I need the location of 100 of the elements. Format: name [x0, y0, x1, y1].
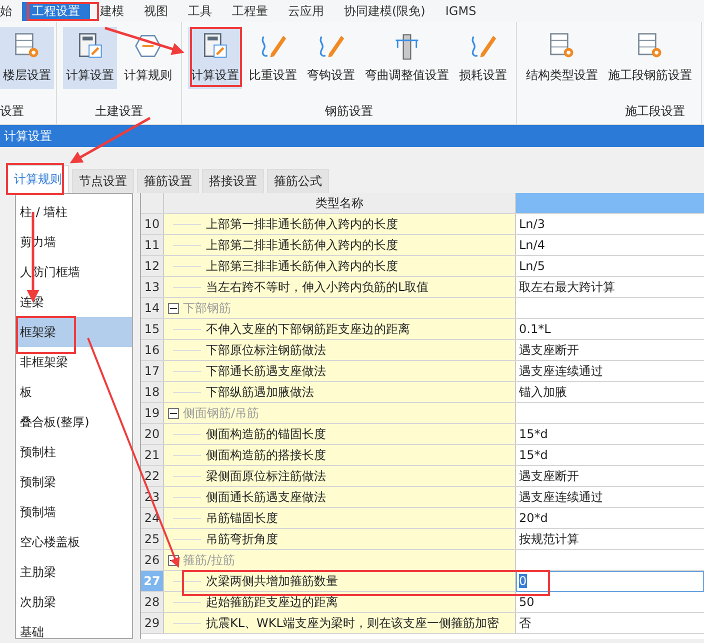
- category-item[interactable]: 主肋梁: [16, 557, 132, 587]
- collapse-toggle[interactable]: [168, 302, 179, 314]
- row-number: 18: [141, 382, 164, 402]
- row-number: 27: [141, 571, 164, 591]
- menu-tab[interactable]: 始: [0, 2, 22, 20]
- row-number: 12: [141, 256, 164, 276]
- setting-value: 遇支座断开: [519, 468, 579, 484]
- setting-value: 20*d: [519, 511, 548, 525]
- category-item[interactable]: 框架梁: [16, 317, 132, 347]
- ribbon-button[interactable]: 结构类型设置: [523, 27, 601, 89]
- setting-name: 上部第一排非通长筋伸入跨内的长度: [206, 216, 398, 232]
- setting-value: 15*d: [519, 427, 548, 441]
- row-number: 13: [141, 277, 164, 297]
- setting-name: 下部纵筋遇加腋做法: [206, 384, 314, 400]
- row-number: 25: [141, 529, 164, 549]
- setting-name: 起始箍筋距支座边的距离: [206, 594, 338, 610]
- ribbon-button[interactable]: 楼层设置: [0, 27, 54, 89]
- category-item[interactable]: 预制梁: [16, 467, 132, 497]
- ribbon-button[interactable]: 损耗设置: [456, 27, 510, 89]
- setting-value: Ln/5: [519, 259, 545, 273]
- tab[interactable]: 节点设置: [72, 169, 134, 193]
- group-name: 箍筋/拉筋: [183, 552, 236, 568]
- setting-value: Ln/4: [519, 238, 545, 252]
- group-name: 侧面钢筋/吊筋: [183, 404, 260, 422]
- row-number: 11: [141, 235, 164, 255]
- row-number: 21: [141, 445, 164, 465]
- menu-tab[interactable]: 云应用: [278, 2, 334, 20]
- setting-value: 0.1*L: [519, 322, 551, 336]
- category-item[interactable]: 非框架梁: [16, 347, 132, 377]
- setting-name: 侧面构造筋的搭接长度: [206, 446, 326, 464]
- setting-name: 次梁两侧共增加箍筋数量: [206, 572, 338, 590]
- ribbon-button[interactable]: 弯钩设置: [304, 27, 358, 89]
- setting-value: 取左右最大跨计算: [519, 278, 615, 296]
- value-input[interactable]: 0: [516, 570, 704, 592]
- row-number: 19: [141, 403, 164, 423]
- row-number: 22: [141, 466, 164, 486]
- menu-tab[interactable]: 工具: [178, 2, 222, 20]
- setting-value: Ln/3: [519, 217, 545, 231]
- setting-name: 当左右跨不等时，伸入小跨内负筋的L取值: [206, 278, 429, 296]
- setting-name: 吊筋锚固长度: [206, 510, 278, 526]
- setting-name: 吊筋弯折角度: [206, 530, 278, 548]
- ribbon-group-title: 设置: [0, 103, 25, 120]
- ribbon-button[interactable]: 计算设置: [63, 27, 117, 89]
- tab[interactable]: 箍筋公式: [267, 169, 329, 193]
- category-item[interactable]: 预制墙: [16, 497, 132, 527]
- setting-name: 不伸入支座的下部钢筋距支座边的距离: [206, 320, 410, 338]
- row-number: 10: [141, 214, 164, 234]
- setting-value: 锚入加腋: [519, 384, 567, 400]
- row-number: 15: [141, 319, 164, 339]
- category-item[interactable]: 基础: [16, 617, 132, 638]
- setting-name: 侧面通长筋遇支座做法: [206, 488, 326, 506]
- ribbon-group-title: 土建设置: [94, 103, 144, 120]
- row-number: 28: [141, 592, 164, 612]
- setting-value: 15*d: [519, 448, 548, 462]
- menu-tab[interactable]: 协同建模(限免): [334, 2, 436, 20]
- setting-value: 遇支座连续通过: [519, 362, 603, 380]
- ribbon-button[interactable]: 计算规则: [121, 27, 175, 89]
- category-item[interactable]: 预制柱: [16, 437, 132, 467]
- menu-tab[interactable]: IGMS: [435, 3, 486, 19]
- dialog-title: 计算设置: [4, 128, 52, 144]
- setting-value: 遇支座断开: [519, 342, 579, 358]
- category-item[interactable]: 板: [16, 377, 132, 407]
- category-item[interactable]: 叠合板(整厚): [16, 407, 132, 437]
- category-item[interactable]: 次肋梁: [16, 587, 132, 617]
- tab[interactable]: 箍筋设置: [137, 169, 199, 193]
- setting-name: 梁侧面原位标注筋做法: [206, 468, 326, 484]
- tab[interactable]: 计算规则: [7, 165, 69, 193]
- row-number: 24: [141, 508, 164, 528]
- category-item[interactable]: 空心楼盖板: [16, 527, 132, 557]
- setting-value: 否: [519, 614, 531, 632]
- category-item[interactable]: 柱 / 墙柱: [16, 197, 132, 227]
- row-number: 16: [141, 340, 164, 360]
- row-number: 29: [141, 613, 164, 633]
- setting-name: 下部通长筋遇支座做法: [206, 362, 326, 380]
- ribbon-button[interactable]: 弯曲调整值设置: [362, 27, 452, 89]
- setting-value: 遇支座连续通过: [519, 488, 603, 506]
- row-number: 14: [141, 298, 164, 318]
- highlight-frame: [190, 27, 242, 87]
- setting-name: 上部第二排非通长筋伸入跨内的长度: [206, 236, 398, 254]
- ribbon-button[interactable]: 施工段钢筋设置: [605, 27, 695, 89]
- collapse-toggle[interactable]: [168, 408, 179, 418]
- highlight-frame: [27, 2, 99, 21]
- menu-tab[interactable]: 视图: [134, 2, 178, 20]
- ribbon-group-title: 钢筋设置: [324, 103, 374, 120]
- setting-name: 下部原位标注钢筋做法: [206, 342, 326, 358]
- column-header: 类型名称: [164, 193, 516, 213]
- setting-value: 按规范计算: [519, 530, 579, 548]
- row-number: 17: [141, 361, 164, 381]
- ribbon-button[interactable]: 比重设置: [246, 27, 300, 89]
- setting-name: 抗震KL、WKL端支座为梁时，则在该支座一侧箍筋加密: [206, 614, 499, 632]
- setting-name: 上部第三排非通长筋伸入跨内的长度: [206, 258, 398, 274]
- ribbon-group-title: 施工段设置: [624, 103, 686, 120]
- menu-tab[interactable]: 建模: [90, 2, 134, 20]
- setting-value: 50: [519, 595, 534, 609]
- row-number: 26: [141, 550, 164, 570]
- menu-tab[interactable]: 工程量: [222, 2, 278, 20]
- group-name: 下部钢筋: [183, 300, 231, 316]
- highlight-frame: [6, 163, 64, 195]
- row-number: 20: [141, 424, 164, 444]
- tab[interactable]: 搭接设置: [202, 169, 264, 193]
